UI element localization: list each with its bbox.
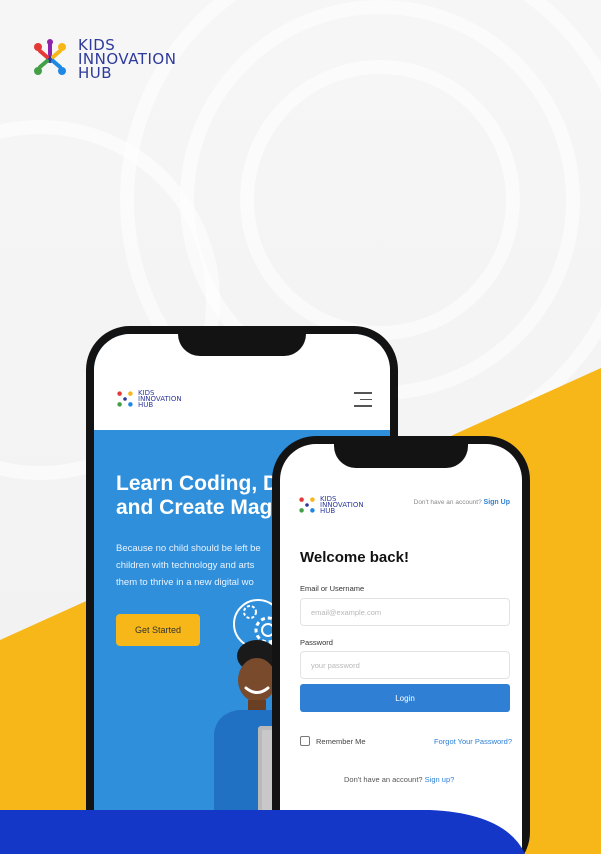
login-button[interactable]: Login <box>300 684 510 712</box>
remember-me[interactable]: Remember Me <box>300 736 366 746</box>
remember-me-label: Remember Me <box>316 736 366 746</box>
login-screen: KIDS INNOVATION HUB Don't have an accoun… <box>280 444 522 854</box>
hero-title-line-1: Learn Coding, D <box>116 472 279 495</box>
poster-canvas: KIDS INNOVATION HUB KIDS INNOVATION HUB … <box>0 0 601 854</box>
hero-title: Learn Coding, D and Create Mag <box>116 472 278 520</box>
kids-figures-icon <box>34 39 66 75</box>
welcome-heading: Welcome back! <box>300 549 409 566</box>
landing-wordmark: KIDS INNOVATION HUB <box>138 390 182 409</box>
password-field[interactable]: your password <box>300 651 510 679</box>
signup-hint: Don't have an account? Sign Up <box>414 499 510 506</box>
email-field[interactable]: email@example.com <box>300 598 510 626</box>
landing-logo[interactable]: KIDS INNOVATION HUB <box>116 390 182 409</box>
signup-link[interactable]: Sign Up <box>484 499 510 506</box>
hamburger-menu-icon[interactable] <box>354 392 372 412</box>
forgot-password-link[interactable]: Forgot Your Password? <box>434 737 512 746</box>
get-started-button[interactable]: Get Started <box>116 614 200 646</box>
login-phone-mockup: KIDS INNOVATION HUB Don't have an accoun… <box>272 436 530 854</box>
signup-prompt-text: Don't have an account? <box>413 499 482 506</box>
brand-logo: KIDS INNOVATION HUB <box>30 38 176 82</box>
blue-footer-band <box>0 810 525 854</box>
password-label: Password <box>300 638 333 647</box>
brand-line-3: HUB <box>78 64 113 82</box>
hero-title-line-2: and Create Mag <box>116 496 273 519</box>
bottom-prompt-text: Don't have an account? <box>344 775 423 784</box>
brand-wordmark: KIDS INNOVATION HUB <box>78 38 176 82</box>
remember-me-checkbox[interactable] <box>300 736 310 746</box>
bottom-signup-link[interactable]: Sign up? <box>425 775 455 784</box>
bottom-signup-prompt: Don't have an account? Sign up? <box>344 775 454 784</box>
kids-figures-icon <box>299 497 315 513</box>
phone-notch <box>178 326 306 356</box>
login-wordmark: KIDS INNOVATION HUB <box>320 496 364 515</box>
phone-notch <box>334 436 468 468</box>
email-label: Email or Username <box>300 584 365 593</box>
login-logo[interactable]: KIDS INNOVATION HUB <box>298 496 364 515</box>
kids-figures-icon <box>117 391 133 407</box>
